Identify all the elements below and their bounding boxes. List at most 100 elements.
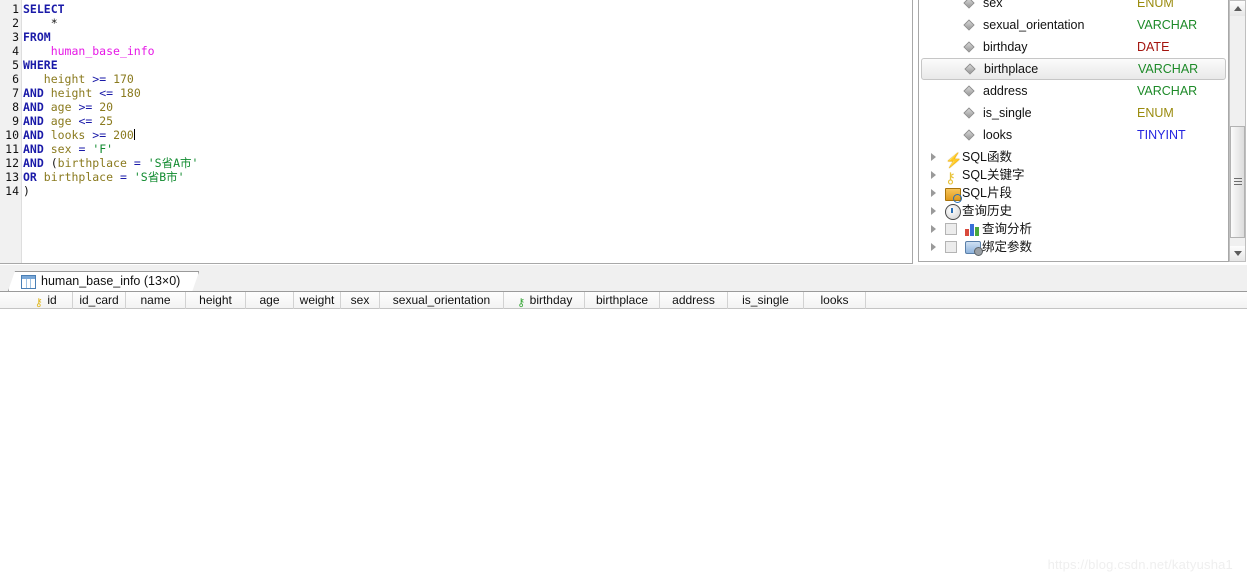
- index-key-icon: ⚷: [517, 297, 526, 309]
- expand-arrow-icon[interactable]: [931, 171, 936, 179]
- sql-editor-panel[interactable]: 1 2 3 4 5 6 7 8 9 10 11 12 13 14 SELECT * FROM human_b…: [0, 0, 913, 264]
- code-line[interactable]: *: [23, 16, 912, 30]
- line-number: 14: [5, 184, 19, 198]
- grid-column-header[interactable]: looks: [804, 292, 866, 309]
- result-grid-body[interactable]: [0, 309, 1247, 582]
- result-tabstrip[interactable]: human_base_info (13×0): [0, 271, 1247, 291]
- column-name-label: address: [983, 84, 1028, 98]
- column-diamond-icon: [964, 63, 976, 75]
- sql-client-window: 1 2 3 4 5 6 7 8 9 10 11 12 13 14 SELECT * FROM human_b…: [0, 0, 1247, 582]
- expand-arrow-icon[interactable]: [931, 153, 936, 161]
- code-line[interactable]: SELECT: [23, 2, 912, 16]
- tree-folder-row[interactable]: 绑定参数: [921, 236, 1226, 258]
- grid-column-header[interactable]: ⚷ birthday: [504, 292, 585, 309]
- grid-column-header[interactable]: weight: [294, 292, 341, 309]
- grid-column-label: name: [140, 293, 171, 307]
- tree-column-row[interactable]: sex ENUM: [921, 0, 1226, 14]
- line-number: 3: [12, 30, 19, 44]
- code-token: 'S省B市': [133, 170, 185, 184]
- grid-column-header[interactable]: sex: [341, 292, 380, 309]
- column-diamond-icon: [963, 0, 975, 9]
- bar-chart-icon: [965, 223, 980, 236]
- tree-column-row[interactable]: birthplace VARCHAR: [921, 58, 1226, 80]
- code-line[interactable]: AND age >= 20: [23, 100, 912, 114]
- result-tab-human-base-info[interactable]: human_base_info (13×0): [8, 271, 199, 291]
- grid-column-header[interactable]: height: [186, 292, 246, 309]
- tree-column-row[interactable]: address VARCHAR: [921, 80, 1226, 102]
- expand-arrow-icon[interactable]: [931, 243, 936, 251]
- expand-arrow-icon[interactable]: [931, 189, 936, 197]
- scrollbar-thumb[interactable]: [1230, 126, 1245, 238]
- column-type-label: VARCHAR: [1138, 62, 1199, 76]
- code-line[interactable]: height >= 170: [23, 72, 912, 86]
- grid-column-header[interactable]: birthplace: [585, 292, 660, 309]
- tree-checkbox[interactable]: [945, 241, 957, 253]
- grid-column-label: sex: [350, 293, 370, 307]
- code-token: looks: [50, 128, 86, 142]
- tree-vertical-scrollbar[interactable]: [1229, 0, 1246, 262]
- tree-column-row[interactable]: sexual_orientation VARCHAR: [921, 14, 1226, 36]
- line-number-gutter: 1 2 3 4 5 6 7 8 9 10 11 12 13 14: [0, 0, 22, 263]
- code-token: SELECT: [23, 2, 65, 16]
- column-diamond-icon: [963, 41, 975, 53]
- code-line[interactable]: AND looks >= 200: [23, 128, 912, 142]
- object-tree-list[interactable]: sex ENUM sexual_orientation VARCHAR birthday…: [918, 0, 1229, 262]
- grid-column-label: birthday: [529, 293, 573, 307]
- grid-column-label: address: [672, 293, 715, 307]
- line-number: 9: [12, 114, 19, 128]
- grid-column-header[interactable]: age: [246, 292, 294, 309]
- code-token: birthplace: [57, 156, 127, 170]
- tree-column-row[interactable]: is_single ENUM: [921, 102, 1226, 124]
- code-line[interactable]: FROM: [23, 30, 912, 44]
- grid-column-label: id: [47, 293, 57, 307]
- grid-column-header[interactable]: sexual_orientation: [380, 292, 504, 309]
- line-number: 10: [5, 128, 19, 142]
- scrollbar-grip-icon: [1234, 178, 1242, 186]
- code-line[interactable]: AND (birthplace = 'S省A市': [23, 156, 912, 170]
- code-token: AND: [23, 142, 44, 156]
- code-token: height: [50, 86, 93, 100]
- code-line[interactable]: OR birthplace = 'S省B市': [23, 170, 912, 184]
- expand-arrow-icon[interactable]: [931, 225, 936, 233]
- object-tree-panel[interactable]: sex ENUM sexual_orientation VARCHAR birthday…: [918, 0, 1247, 264]
- column-name-label: sexual_orientation: [983, 18, 1085, 32]
- sql-code-area[interactable]: SELECT * FROM human_base_info WHERE height…: [23, 0, 912, 263]
- tree-checkbox[interactable]: [945, 223, 957, 235]
- column-diamond-icon: [963, 107, 975, 119]
- code-line[interactable]: AND height <= 180: [23, 86, 912, 100]
- tree-column-row[interactable]: looks TINYINT: [921, 124, 1226, 146]
- code-line[interactable]: ): [23, 184, 912, 198]
- grid-column-header[interactable]: address: [660, 292, 728, 309]
- scroll-down-button[interactable]: [1230, 246, 1245, 261]
- tree-column-row[interactable]: birthday DATE: [921, 36, 1226, 58]
- code-token: 20: [99, 100, 114, 114]
- code-line[interactable]: AND age <= 25: [23, 114, 912, 128]
- scroll-up-button[interactable]: [1230, 1, 1245, 16]
- grid-column-header[interactable]: ⚷ id: [18, 292, 73, 309]
- key-icon: [945, 168, 960, 183]
- grid-column-header[interactable]: name: [126, 292, 186, 309]
- code-token: >=: [92, 128, 107, 142]
- code-line[interactable]: AND sex = 'F': [23, 142, 912, 156]
- expand-arrow-icon[interactable]: [931, 207, 936, 215]
- grid-column-header[interactable]: is_single: [728, 292, 804, 309]
- code-line[interactable]: human_base_info: [23, 44, 912, 58]
- grid-column-label: age: [259, 293, 280, 307]
- code-token: *: [23, 16, 58, 30]
- code-token: 'S省A市': [147, 156, 199, 170]
- code-line[interactable]: WHERE: [23, 58, 912, 72]
- code-token: FROM: [23, 30, 51, 44]
- code-token: OR: [23, 170, 37, 184]
- code-token: WHERE: [23, 58, 58, 72]
- result-grid-header[interactable]: ⚷ id id_card name height age weight sex sexual_o…: [0, 291, 1247, 309]
- grid-column-header[interactable]: id_card: [73, 292, 126, 309]
- code-token: <=: [78, 114, 93, 128]
- grid-table-icon: [21, 275, 36, 289]
- code-token: ): [23, 184, 30, 198]
